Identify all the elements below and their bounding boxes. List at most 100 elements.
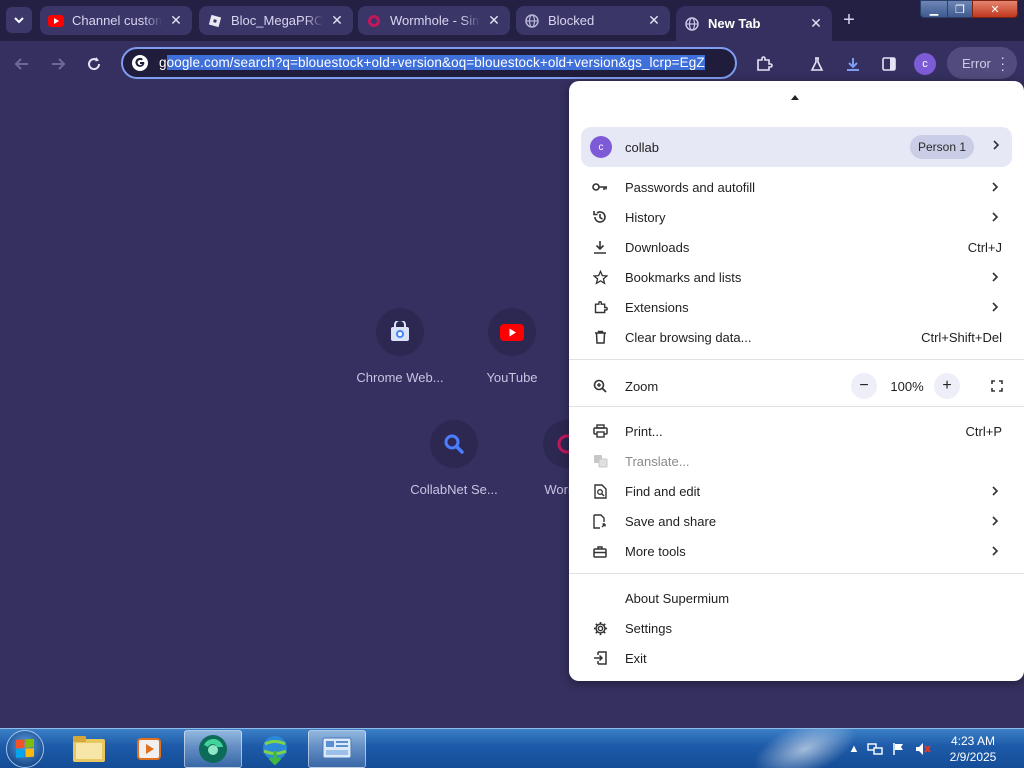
taskbar-media-player[interactable] bbox=[120, 730, 178, 768]
labs-button[interactable] bbox=[804, 51, 830, 77]
close-icon[interactable]: ✕ bbox=[486, 12, 502, 29]
menu-item-shortcut: Ctrl+J bbox=[967, 240, 1002, 255]
zoom-out-button[interactable]: − bbox=[851, 373, 877, 399]
shortcut-label: CollabNet Se... bbox=[410, 482, 498, 497]
caret-up-icon bbox=[791, 95, 799, 100]
puzzle-icon bbox=[757, 56, 773, 71]
back-button[interactable] bbox=[9, 51, 35, 77]
tab-strip: Channel customization - YouTube Studio ✕… bbox=[0, 0, 1024, 41]
menu-item-print[interactable]: Print... Ctrl+P bbox=[569, 416, 1024, 446]
chevron-right-icon bbox=[992, 212, 999, 222]
action-center-flag-icon[interactable] bbox=[891, 741, 907, 757]
profile-badge: Person 1 bbox=[910, 135, 975, 159]
trash-icon bbox=[592, 329, 608, 345]
menu-item-history[interactable]: History bbox=[569, 202, 1024, 232]
close-icon: ✕ bbox=[990, 3, 1000, 16]
star-icon bbox=[592, 269, 608, 285]
menu-item-downloads[interactable]: Downloads Ctrl+J bbox=[569, 232, 1024, 262]
error-menu-button[interactable]: Error · · · bbox=[947, 47, 1017, 79]
find-icon bbox=[592, 483, 608, 499]
clock-date: 2/9/2025 bbox=[949, 750, 997, 764]
maximize-button[interactable]: ❐ bbox=[947, 0, 973, 18]
menu-item-exit[interactable]: Exit bbox=[569, 643, 1024, 673]
zoom-in-button[interactable]: + bbox=[934, 373, 960, 399]
taskbar-control-panel[interactable] bbox=[308, 730, 366, 768]
menu-item-label: About Supermium bbox=[625, 591, 730, 606]
tab-title: New Tab bbox=[708, 16, 761, 31]
url-selected: oogle.com/search?q=blouestock+old+versio… bbox=[166, 55, 705, 70]
shortcut-collabnet[interactable]: CollabNet Se... bbox=[404, 420, 504, 497]
tab-blocked[interactable]: Blocked ✕ bbox=[516, 6, 670, 35]
avatar-initial: c bbox=[922, 58, 928, 70]
tab-search-button[interactable] bbox=[6, 7, 32, 33]
profile-avatar-button[interactable]: c bbox=[914, 53, 936, 75]
tab-title: Channel customization - YouTube Studio bbox=[72, 13, 162, 28]
menu-item-extensions[interactable]: Extensions bbox=[569, 292, 1024, 322]
search-icon bbox=[430, 420, 478, 468]
shortcut-youtube[interactable]: YouTube bbox=[462, 308, 562, 385]
fullscreen-button[interactable] bbox=[984, 373, 1010, 399]
taskbar-file-explorer[interactable] bbox=[60, 730, 118, 768]
tab-wormhole[interactable]: Wormhole - Simple, private file sharing … bbox=[358, 6, 510, 35]
shortcut-chrome-web-store[interactable]: Chrome Web... bbox=[350, 308, 450, 385]
address-bar[interactable]: google.com/search?q=blouestock+old+versi… bbox=[121, 47, 737, 79]
toolbox-icon bbox=[592, 543, 608, 559]
address-input[interactable]: google.com/search?q=blouestock+old+versi… bbox=[159, 55, 725, 73]
supermium-icon bbox=[199, 735, 227, 763]
translate-icon bbox=[592, 453, 608, 469]
roblox-icon bbox=[207, 13, 223, 29]
menu-divider bbox=[569, 406, 1024, 407]
fullscreen-icon bbox=[991, 380, 1003, 392]
forward-button[interactable] bbox=[45, 51, 71, 77]
side-panel-icon bbox=[882, 57, 896, 71]
system-clock[interactable]: 4:23 AM 2/9/2025 bbox=[940, 733, 1006, 765]
menu-divider bbox=[569, 359, 1024, 360]
folder-icon bbox=[73, 736, 105, 762]
menu-item-passwords[interactable]: Passwords and autofill bbox=[569, 172, 1024, 202]
tab-bloc-megaproxy[interactable]: Bloc_MegaPROXY ✕ bbox=[199, 6, 353, 35]
start-button[interactable] bbox=[6, 730, 44, 768]
url-prefix: g bbox=[159, 55, 167, 70]
volume-muted-icon[interactable] bbox=[915, 741, 931, 757]
control-panel-icon bbox=[322, 737, 352, 759]
close-icon[interactable]: ✕ bbox=[329, 12, 345, 29]
reload-button[interactable] bbox=[81, 51, 107, 77]
chevron-down-icon bbox=[14, 17, 24, 24]
minimize-button[interactable]: ▁ bbox=[920, 0, 948, 18]
menu-item-label: Extensions bbox=[625, 300, 689, 315]
menu-profile-row[interactable]: c collab Person 1 bbox=[581, 127, 1012, 167]
network-icon[interactable] bbox=[867, 741, 883, 757]
new-tab-button[interactable]: + bbox=[838, 9, 860, 31]
taskbar-internet-download[interactable] bbox=[246, 730, 304, 768]
error-label: Error bbox=[962, 55, 991, 71]
menu-item-about[interactable]: About Supermium bbox=[569, 583, 1024, 613]
download-icon bbox=[592, 239, 608, 255]
menu-item-save-and-share[interactable]: Save and share bbox=[569, 506, 1024, 536]
extensions-button[interactable] bbox=[751, 51, 777, 77]
tab-youtube-studio[interactable]: Channel customization - YouTube Studio ✕ bbox=[40, 6, 192, 35]
menu-item-label: More tools bbox=[625, 544, 686, 559]
close-icon[interactable]: ✕ bbox=[168, 12, 184, 29]
menu-item-settings[interactable]: Settings bbox=[569, 613, 1024, 643]
window-close-button[interactable]: ✕ bbox=[972, 0, 1018, 18]
plus-icon: + bbox=[843, 8, 855, 31]
chevron-right-icon bbox=[992, 302, 999, 312]
show-hidden-icons-button[interactable]: ▲ bbox=[846, 741, 862, 757]
menu-item-label: Clear browsing data... bbox=[625, 330, 752, 345]
flask-icon bbox=[810, 57, 824, 71]
menu-item-clear-browsing-data[interactable]: Clear browsing data... Ctrl+Shift+Del bbox=[569, 322, 1024, 352]
tab-new-tab[interactable]: New Tab ✕ bbox=[676, 6, 832, 41]
taskbar-supermium[interactable] bbox=[184, 730, 242, 768]
close-icon[interactable]: ✕ bbox=[808, 15, 824, 32]
tab-title: Wormhole - Simple, private file sharing bbox=[390, 13, 480, 28]
menu-item-bookmarks[interactable]: Bookmarks and lists bbox=[569, 262, 1024, 292]
menu-item-label: Find and edit bbox=[625, 484, 701, 499]
chevron-right-icon bbox=[992, 182, 999, 192]
menu-item-more-tools[interactable]: More tools bbox=[569, 536, 1024, 566]
more-vert-icon: · · · bbox=[1000, 49, 1005, 77]
side-panel-button[interactable] bbox=[876, 51, 902, 77]
downloads-button[interactable] bbox=[840, 51, 866, 77]
close-icon[interactable]: ✕ bbox=[646, 12, 662, 29]
menu-item-find-and-edit[interactable]: Find and edit bbox=[569, 476, 1024, 506]
menu-divider bbox=[569, 573, 1024, 574]
